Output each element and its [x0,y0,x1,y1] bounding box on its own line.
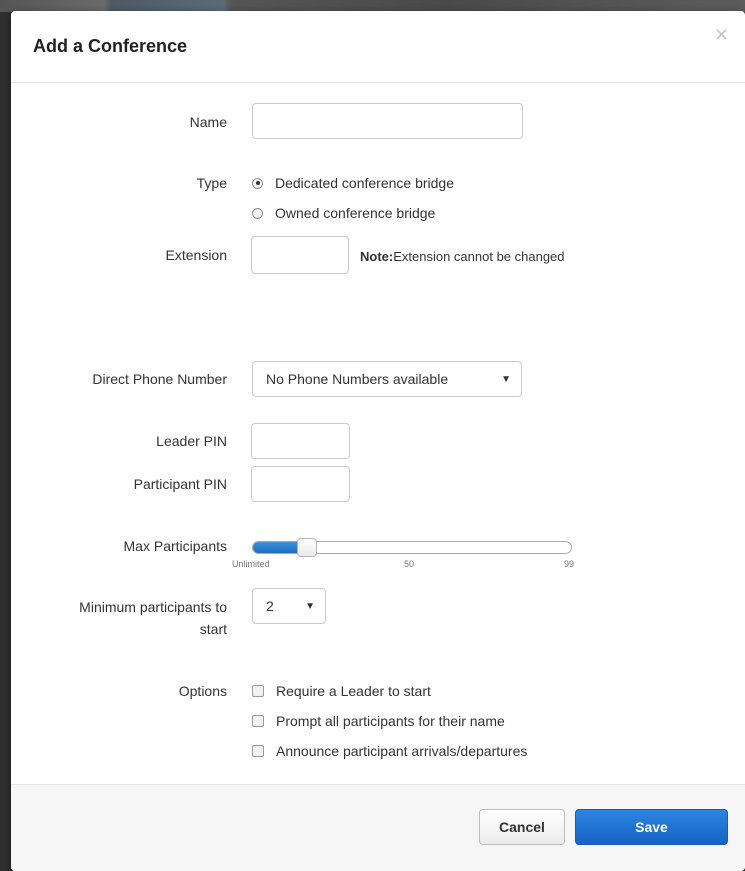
leader-pin-label: Leader PIN [156,433,227,449]
close-icon[interactable]: × [714,26,729,44]
option-prompt-name[interactable]: Prompt all participants for their name [252,711,505,731]
option-announce-label: Announce participant arrivals/departures [276,743,528,759]
min-participants-label: Minimum participants to start [11,596,227,640]
max-participants-label: Max Participants [123,538,227,554]
max-participants-slider[interactable] [252,538,572,557]
cancel-button[interactable]: Cancel [479,809,565,845]
participant-pin-input[interactable] [251,466,350,502]
caret-down-icon: ▼ [305,600,315,612]
min-participants-label-line2: start [199,621,227,637]
type-option-owned[interactable]: Owned conference bridge [252,203,435,223]
participant-pin-label: Participant PIN [133,476,227,492]
name-input[interactable] [252,103,523,139]
radio-owned[interactable] [252,207,263,219]
extension-note: Note:Extension cannot be changed [360,248,565,266]
checkbox-require-leader[interactable] [252,685,264,697]
save-button[interactable]: Save [575,809,728,845]
option-require-leader-label: Require a Leader to start [276,683,431,699]
slider-handle[interactable] [297,538,317,557]
dialog-header: Add a Conference × [11,11,745,83]
option-prompt-name-label: Prompt all participants for their name [276,713,505,729]
caret-down-icon: ▼ [501,373,511,385]
direct-phone-label: Direct Phone Number [92,371,227,387]
extension-input[interactable] [251,236,349,274]
radio-dedicated[interactable] [252,177,263,189]
checkbox-prompt-name[interactable] [252,715,264,727]
dialog-footer: Cancel Save [11,784,745,871]
slider-tick-unlimited: Unlimited [232,559,270,569]
min-participants-select[interactable]: 2 ▼ [252,588,326,624]
type-label: Type [196,175,227,191]
option-announce[interactable]: Announce participant arrivals/departures [252,741,527,761]
type-option-dedicated[interactable]: Dedicated conference bridge [252,173,454,193]
dialog-title: Add a Conference [33,36,188,56]
min-participants-selected: 2 [266,598,274,614]
options-label: Options [178,683,227,699]
slider-tick-99: 99 [564,559,575,569]
option-require-leader[interactable]: Require a Leader to start [252,681,431,701]
type-option-owned-label: Owned conference bridge [275,205,436,221]
add-conference-dialog: Add a Conference × Name Type Dedicated c… [11,11,745,871]
direct-phone-select[interactable]: No Phone Numbers available ▼ [252,361,522,397]
slider-tick-50: 50 [404,559,415,569]
extension-label: Extension [165,247,227,263]
min-participants-label-line1: Minimum participants to [79,599,227,615]
direct-phone-selected: No Phone Numbers available [266,371,449,387]
leader-pin-input[interactable] [251,423,350,459]
extension-note-prefix: Note: [360,249,394,264]
extension-note-text: Extension cannot be changed [393,249,565,264]
name-label: Name [189,114,227,130]
type-option-dedicated-label: Dedicated conference bridge [275,175,455,191]
checkbox-announce[interactable] [252,745,264,757]
